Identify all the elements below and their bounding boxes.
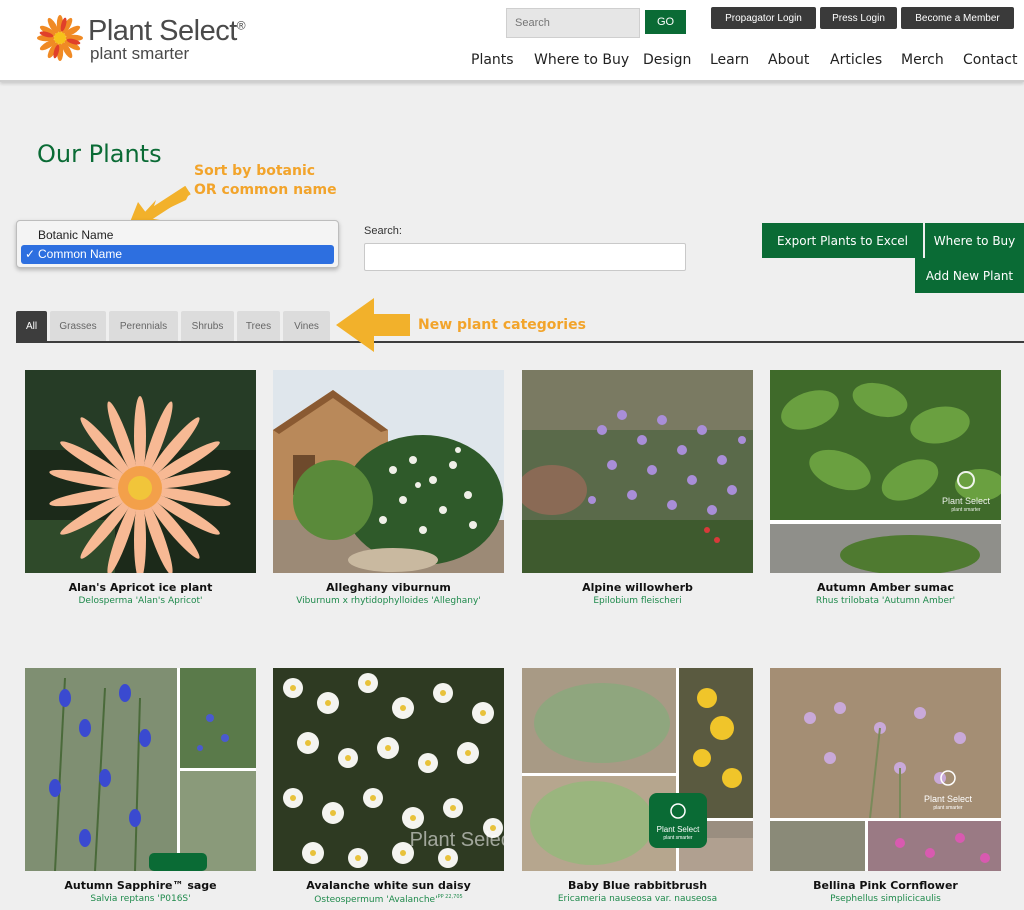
categories-annotation: New plant categories — [418, 317, 586, 333]
baby-blue-rabbitbrush-photo[interactable]: Plant Select plant smarter — [522, 668, 753, 871]
plant-botanic-name: Psephellus simplicicaulis — [830, 894, 941, 904]
tab-shrubs[interactable]: Shrubs — [181, 311, 234, 341]
plant-card[interactable]: Alleghany viburnum Viburnum x rhytidophy… — [273, 370, 504, 606]
plant-common-name[interactable]: Alleghany viburnum — [273, 581, 504, 594]
plant-common-name[interactable]: Autumn Amber sumac — [770, 581, 1001, 594]
plant-botanic-name: Epilobium fleischeri — [593, 596, 682, 606]
plant-card[interactable]: Plant Select plant smarter Autumn Amber … — [770, 370, 1001, 606]
categories-arrow-icon — [336, 298, 410, 352]
plant-botanic-name: Osteospermum 'Avalanche'PP 22,705 — [273, 894, 504, 905]
nav-articles[interactable]: Articles — [830, 52, 882, 68]
tabs-divider — [16, 341, 1024, 343]
plant-botanic-name: Viburnum x rhytidophylloides 'Alleghany' — [296, 596, 481, 606]
checkmark-icon: ✓ — [25, 247, 36, 261]
plant-card[interactable]: Alan's Apricot ice plant Delosperma 'Ala… — [25, 370, 256, 606]
plant-botanic-text: Osteospermum 'Avalanche' — [314, 895, 438, 905]
tab-grasses[interactable]: Grasses — [50, 311, 106, 341]
nav-contact[interactable]: Contact — [963, 52, 1017, 68]
plant-botanic-name: Delosperma 'Alan's Apricot' — [78, 596, 203, 606]
svg-text:Plant Select: Plant Select — [410, 829, 504, 851]
plant-card[interactable]: Alpine willowherb Epilobium fleischeri — [522, 370, 753, 606]
alans-apricot-photo[interactable] — [25, 370, 256, 573]
go-button[interactable]: GO — [645, 10, 686, 34]
site-header: Plant Select® plant smarter GO Propagato… — [0, 0, 1024, 82]
sort-option-botanic[interactable]: Botanic Name — [21, 226, 334, 245]
svg-text:plant smarter: plant smarter — [663, 835, 693, 841]
plant-botanic-name: Rhus trilobata 'Autumn Amber' — [815, 596, 956, 606]
plant-common-name[interactable]: Baby Blue rabbitbrush — [522, 879, 753, 892]
plant-common-name[interactable]: Bellina Pink Cornflower — [770, 879, 1001, 892]
alpine-willowherb-photo[interactable] — [522, 370, 753, 573]
add-new-plant-button[interactable]: Add New Plant — [915, 258, 1024, 293]
svg-text:Plant Select: Plant Select — [657, 825, 700, 834]
tab-vines[interactable]: Vines — [283, 311, 330, 341]
search-label: Search: — [364, 225, 402, 237]
avalanche-sun-daisy-photo[interactable]: Plant Select — [273, 668, 504, 871]
nav-design[interactable]: Design — [643, 52, 691, 68]
nav-learn[interactable]: Learn — [710, 52, 749, 68]
plant-botanic-name: Ericameria nauseosa var. nauseosa — [557, 894, 718, 904]
sort-annotation-line-1: Sort by botanic — [194, 163, 316, 179]
sort-option-common[interactable]: ✓ Common Name — [21, 245, 334, 264]
svg-text:plant smarter: plant smarter — [933, 805, 963, 811]
autumn-sapphire-sage-photo[interactable] — [25, 668, 256, 871]
plant-patent-sup: PP 22,705 — [437, 894, 463, 900]
sort-by-dropdown[interactable]: Botanic Name ✓ Common Name — [16, 220, 339, 268]
autumn-amber-sumac-photo[interactable]: Plant Select plant smarter — [770, 370, 1001, 573]
plant-botanic-name: Salvia reptans 'P016S' — [90, 894, 191, 904]
alleghany-viburnum-photo[interactable] — [273, 370, 504, 573]
plant-card[interactable]: Plant Select plant smarter Bellina Pink … — [770, 668, 1001, 904]
bellina-pink-cornflower-photo[interactable]: Plant Select plant smarter — [770, 668, 1001, 871]
plant-select-badge-icon — [149, 853, 207, 871]
tab-all[interactable]: All — [16, 311, 47, 341]
where-to-buy-button[interactable]: Where to Buy — [925, 223, 1024, 258]
nav-merch[interactable]: Merch — [901, 52, 944, 68]
header-search-input[interactable] — [506, 8, 640, 38]
logo-tagline: plant smarter — [90, 44, 190, 63]
plant-select-logo[interactable]: Plant Select® plant smarter — [36, 12, 256, 66]
tab-perennials[interactable]: Perennials — [109, 311, 178, 341]
plant-common-name[interactable]: Alan's Apricot ice plant — [25, 581, 256, 594]
plant-card[interactable]: Plant Select plant smarter Baby Blue rab… — [522, 668, 753, 904]
page-title: Our Plants — [37, 140, 162, 168]
tab-trees[interactable]: Trees — [237, 311, 280, 341]
svg-text:plant smarter: plant smarter — [951, 507, 981, 513]
export-excel-button[interactable]: Export Plants to Excel — [762, 223, 923, 258]
plant-card[interactable]: Autumn Sapphire™ sage Salvia reptans 'P0… — [25, 668, 256, 904]
become-member-button[interactable]: Become a Member — [901, 7, 1014, 29]
sort-annotation-line-2: OR common name — [194, 182, 337, 198]
svg-text:Plant Select: Plant Select — [924, 794, 973, 804]
press-login-button[interactable]: Press Login — [820, 7, 897, 29]
nav-plants[interactable]: Plants — [471, 52, 514, 68]
plant-common-name[interactable]: Autumn Sapphire™ sage — [25, 879, 256, 892]
sort-option-common-label: Common Name — [38, 247, 123, 261]
flower-logo-icon — [37, 15, 83, 61]
plant-card[interactable]: Plant Select Avalanche white sun daisy O… — [273, 668, 504, 905]
propagator-login-button[interactable]: Propagator Login — [711, 7, 816, 29]
plant-common-name[interactable]: Alpine willowherb — [522, 581, 753, 594]
plant-common-name[interactable]: Avalanche white sun daisy — [273, 879, 504, 892]
plant-search-input[interactable] — [364, 243, 686, 271]
sort-annotation: Sort by botanic OR common name — [194, 162, 337, 200]
nav-about[interactable]: About — [768, 52, 809, 68]
svg-text:Plant Select: Plant Select — [942, 496, 991, 506]
nav-where-to-buy[interactable]: Where to Buy — [534, 52, 629, 68]
